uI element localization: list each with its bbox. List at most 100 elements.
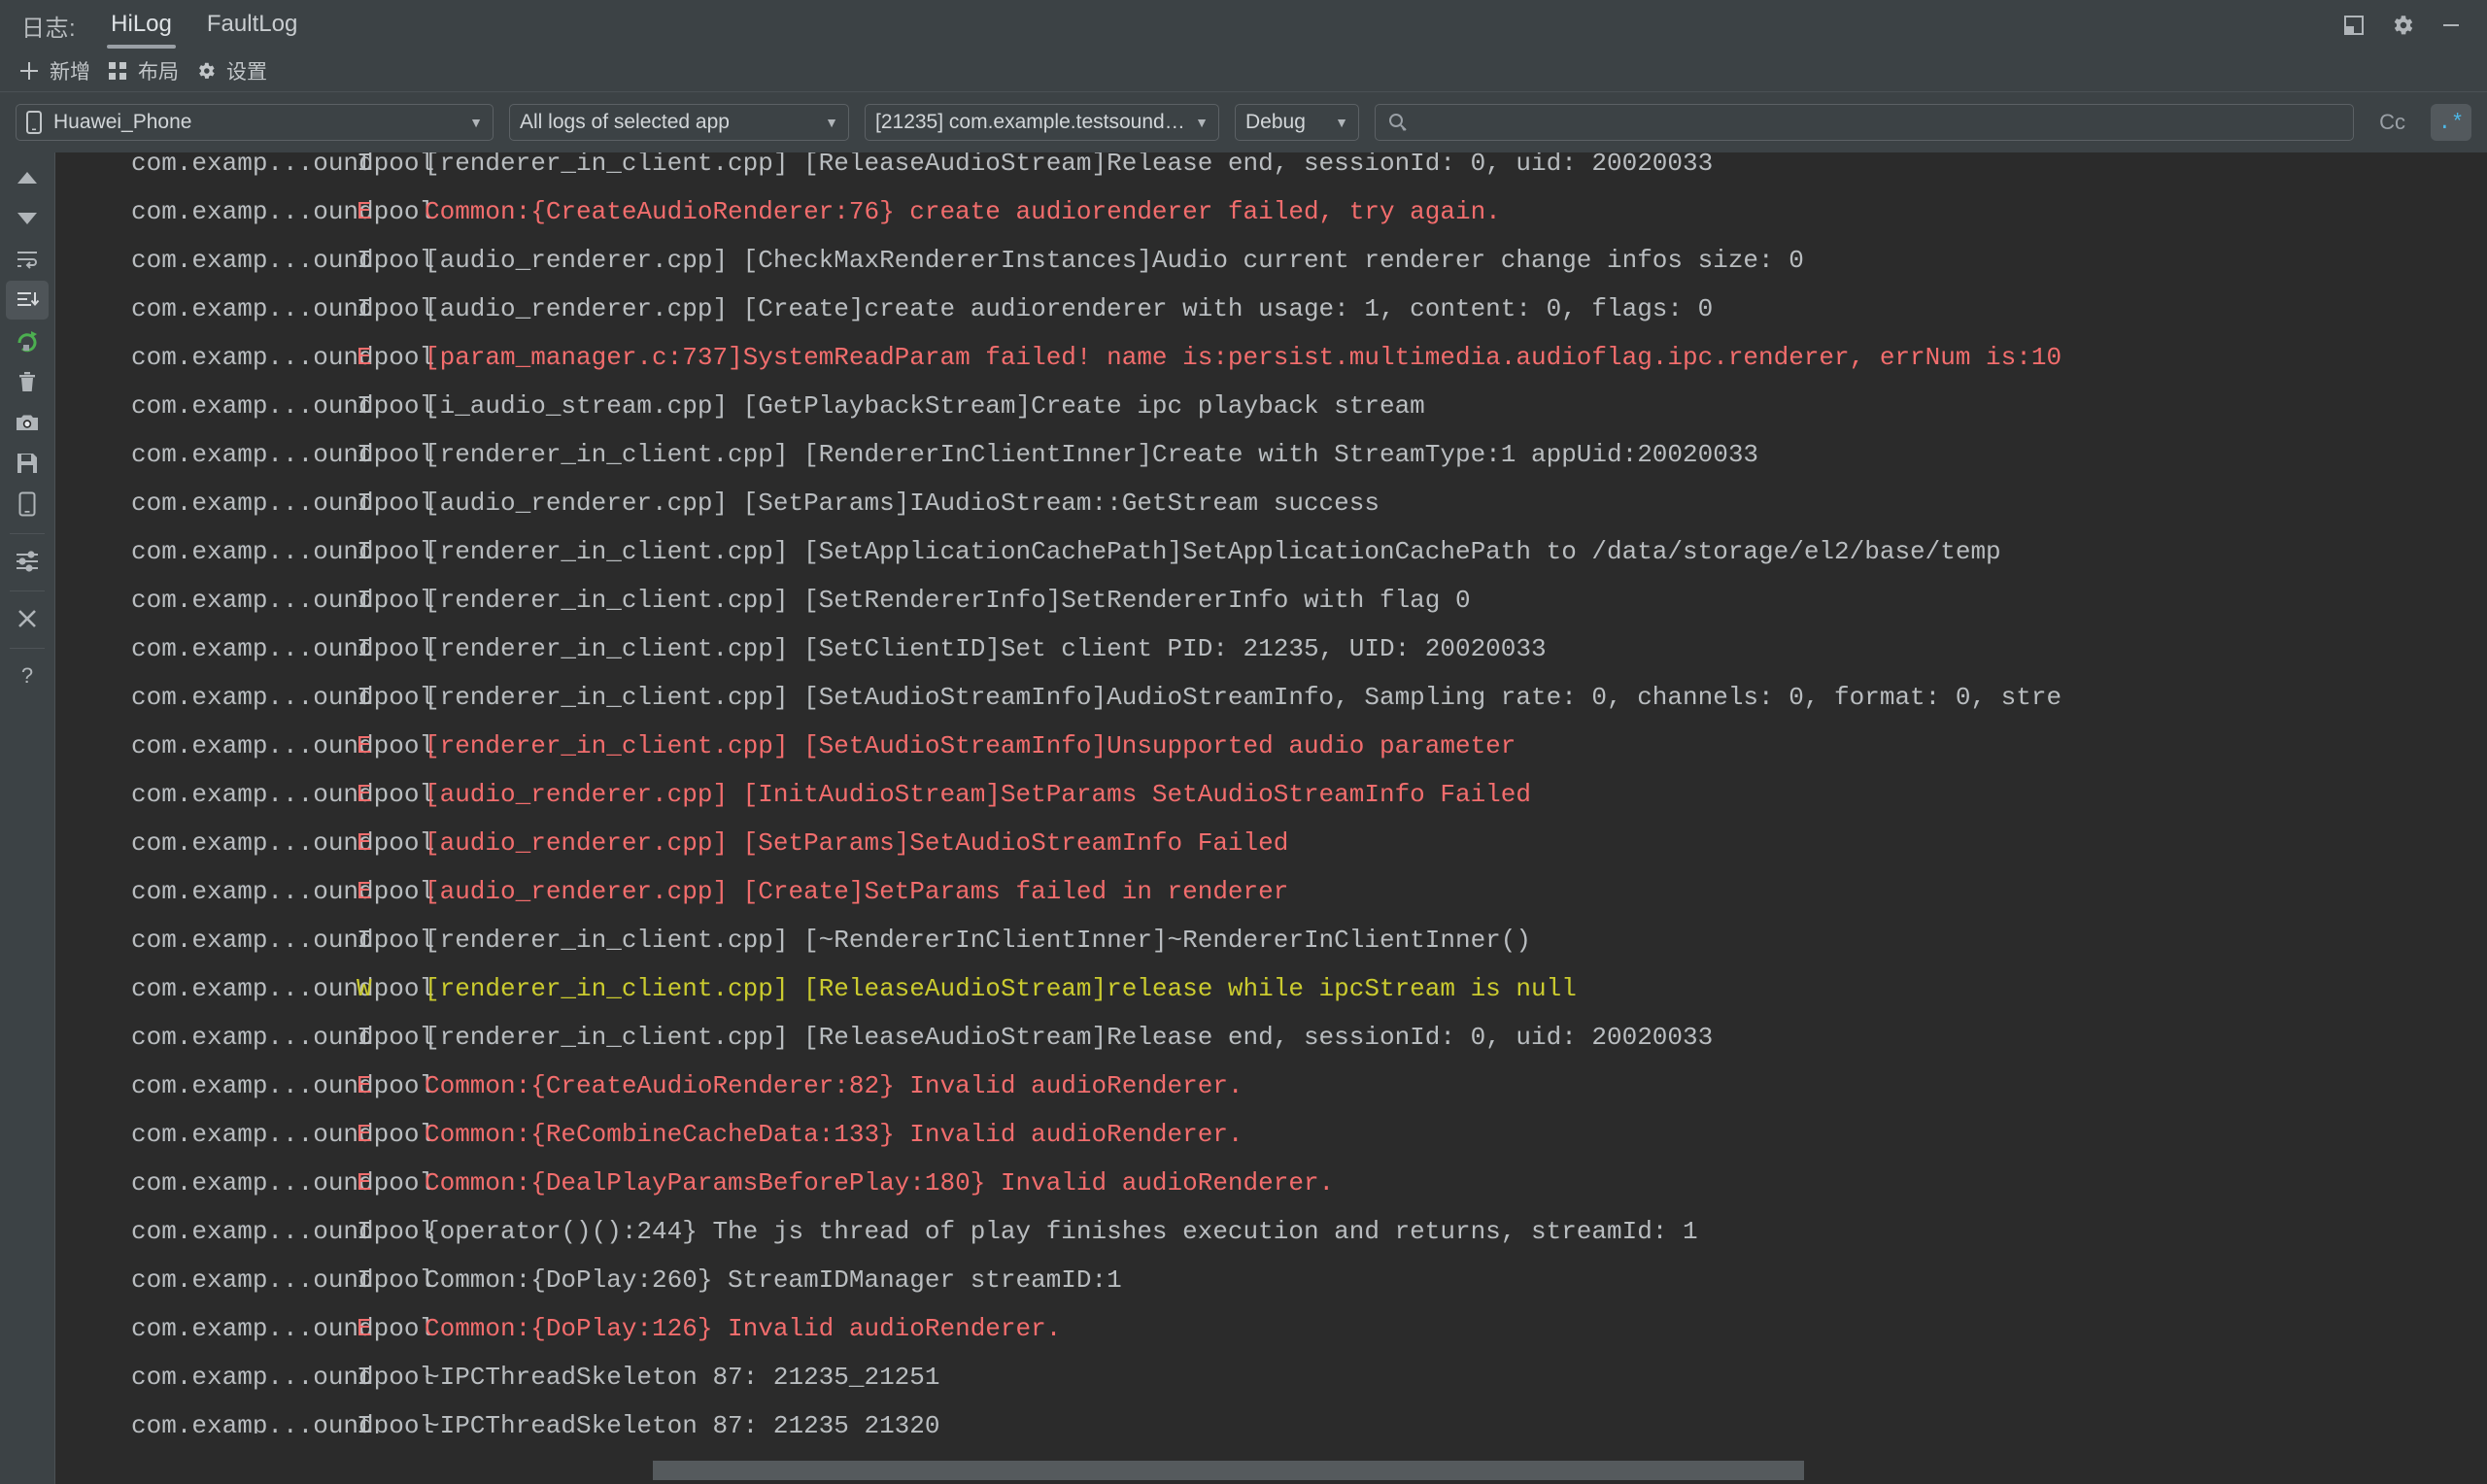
log-row[interactable]: com.examp...oundpool I ~IPCThreadSkeleton … [55, 1401, 2487, 1433]
log-row-level: I [357, 926, 372, 955]
tab-faultlog[interactable]: FaultLog [189, 1, 315, 51]
log-level-select[interactable]: Debug ▼ [1235, 104, 1359, 141]
log-row[interactable]: com.examp...oundpool I [renderer_in_client… [55, 916, 2487, 964]
search-input[interactable] [1416, 110, 2342, 135]
log-row-tag: com.examp...oundpool [131, 391, 435, 421]
wrap-text-icon[interactable] [6, 240, 49, 279]
log-row-message: Common:{DoPlay:126} Invalid audioRendere… [425, 1314, 1062, 1343]
chevron-down-icon: ▼ [825, 115, 838, 130]
log-row[interactable]: com.examp...oundpool I Common:{DoPlay:260}… [55, 1256, 2487, 1304]
log-row[interactable]: com.examp...oundpool I [renderer_in_client… [55, 576, 2487, 624]
log-row[interactable]: com.examp...oundpool I [renderer_in_client… [55, 624, 2487, 673]
log-scope-select[interactable]: All logs of selected app ▼ [509, 104, 849, 141]
log-row[interactable]: com.examp...oundpool I [renderer_in_client… [55, 673, 2487, 722]
log-row-message: [audio_renderer.cpp] [SetParams]SetAudio… [425, 828, 1289, 858]
log-row[interactable]: com.examp...oundpool I [renderer_in_client… [55, 527, 2487, 576]
scroll-down-icon[interactable] [6, 199, 49, 238]
log-row[interactable]: com.examp...oundpool I [renderer_in_client… [55, 430, 2487, 479]
log-row-message: [renderer_in_client.cpp] [ReleaseAudioSt… [425, 974, 1577, 1003]
layout-button-label: 布局 [138, 61, 179, 84]
device-select[interactable]: Huawei_Phone ▼ [16, 104, 494, 141]
log-row[interactable]: com.examp...oundpool E Common:{CreateAudio… [55, 1062, 2487, 1110]
log-row-tag: com.examp...oundpool [131, 634, 435, 663]
case-sensitive-toggle[interactable]: Cc [2373, 110, 2411, 135]
log-row-message: Common:{DoPlay:260} StreamIDManager stre… [425, 1265, 1122, 1295]
log-row-tag: com.examp...oundpool [131, 1411, 435, 1433]
scroll-to-end-icon[interactable] [6, 281, 49, 320]
log-row[interactable]: com.examp...oundpool E Common:{CreateAudio… [55, 187, 2487, 236]
gear-icon[interactable] [2380, 3, 2425, 48]
log-panel: com.examp...oundpool I [renderer_in_client… [54, 152, 2487, 1484]
log-row-level: E [357, 1071, 372, 1100]
log-row[interactable]: com.examp...oundpool I [i_audio_stream.cpp… [55, 382, 2487, 430]
log-row[interactable]: com.examp...oundpool I [audio_renderer.cpp… [55, 285, 2487, 333]
log-row[interactable]: com.examp...oundpool I [audio_renderer.cpp… [55, 236, 2487, 285]
log-row-level: I [357, 1411, 372, 1433]
device-icon[interactable] [6, 485, 49, 523]
chevron-down-icon: ▼ [1335, 115, 1348, 130]
log-row[interactable]: com.examp...oundpool I [audio_renderer.cpp… [55, 479, 2487, 527]
filter-settings-icon[interactable] [6, 542, 49, 581]
log-row-level: I [357, 1023, 372, 1052]
search-box[interactable] [1375, 104, 2355, 141]
panel-layout-icon[interactable] [2332, 3, 2376, 48]
log-row-level: W [357, 974, 372, 1003]
scroll-up-icon[interactable] [6, 158, 49, 197]
log-row-tag: com.examp...oundpool [131, 586, 435, 615]
log-row-level: E [357, 343, 372, 372]
log-row[interactable]: com.examp...oundpool E [param_manager.c:73… [55, 333, 2487, 382]
log-row-tag: com.examp...oundpool [131, 1071, 435, 1100]
log-row[interactable]: com.examp...oundpool E Common:{DoPlay:126}… [55, 1304, 2487, 1353]
help-icon[interactable]: ? [6, 657, 49, 695]
log-row-level: I [357, 586, 372, 615]
log-row[interactable]: com.examp...oundpool E [audio_renderer.cpp… [55, 867, 2487, 916]
log-row-message: [renderer_in_client.cpp] [SetAudioStream… [425, 683, 2062, 712]
log-scroll-area[interactable]: com.examp...oundpool I [renderer_in_client… [55, 152, 2487, 1433]
vertical-scrollbar[interactable] [2479, 152, 2487, 1433]
close-icon[interactable] [6, 599, 49, 638]
log-row[interactable]: com.examp...oundpool E [audio_renderer.cpp… [55, 770, 2487, 819]
log-row-tag: com.examp...oundpool [131, 1120, 435, 1149]
horizontal-scrollbar-thumb[interactable] [653, 1461, 1804, 1480]
log-label: 日志: [21, 15, 77, 42]
log-row-level: I [357, 246, 372, 275]
horizontal-scrollbar[interactable] [55, 1433, 2487, 1484]
log-row[interactable]: com.examp...oundpool I ~IPCThreadSkeleton … [55, 1353, 2487, 1401]
process-select[interactable]: [21235] com.example.testsoundpool ▼ [865, 104, 1219, 141]
tab-faultlog-label: FaultLog [206, 10, 298, 37]
log-row[interactable]: com.examp...oundpool E Common:{DealPlayPar… [55, 1159, 2487, 1207]
minimize-icon[interactable] [2429, 3, 2473, 48]
log-row-level: E [357, 1120, 372, 1149]
tab-hilog[interactable]: HiLog [93, 1, 189, 51]
log-row-level: I [357, 294, 372, 323]
log-row[interactable]: com.examp...oundpool E [renderer_in_client… [55, 722, 2487, 770]
log-row-message: Common:{CreateAudioRenderer:82} Invalid … [425, 1071, 1244, 1100]
log-row-level: E [357, 877, 372, 906]
add-button-label: 新增 [50, 61, 90, 84]
layout-button[interactable]: 布局 [102, 52, 190, 89]
regex-toggle[interactable]: .* [2431, 104, 2471, 141]
screenshot-icon[interactable] [6, 403, 49, 442]
add-button[interactable]: 新增 [14, 52, 102, 89]
delete-icon[interactable] [6, 362, 49, 401]
log-row-level: I [357, 152, 372, 178]
log-row-message: [audio_renderer.cpp] [Create]create audi… [425, 294, 1714, 323]
log-row-tag: com.examp...oundpool [131, 780, 435, 809]
rail-divider [10, 533, 45, 534]
save-icon[interactable] [6, 444, 49, 483]
hilog-window: 日志: HiLog FaultLog 新增 布局 设置 Huawei_Phone… [0, 0, 2487, 1484]
action-toolbar: 新增 布局 设置 [0, 51, 2487, 91]
log-row-tag: com.examp...oundpool [131, 343, 435, 372]
log-row-tag: com.examp...oundpool [131, 294, 435, 323]
log-row[interactable]: com.examp...oundpool E Common:{ReCombineCa… [55, 1110, 2487, 1159]
settings-button[interactable]: 设置 [190, 52, 279, 89]
log-row[interactable]: com.examp...oundpool E [audio_renderer.cpp… [55, 819, 2487, 867]
log-row[interactable]: com.examp...oundpool I [renderer_in_client… [55, 152, 2487, 187]
log-row[interactable]: com.examp...oundpool W [renderer_in_client… [55, 964, 2487, 1013]
log-row-message: [audio_renderer.cpp] [CheckMaxRendererIn… [425, 246, 1804, 275]
log-row[interactable]: com.examp...oundpool I [renderer_in_client… [55, 1013, 2487, 1062]
restart-icon[interactable] [6, 321, 49, 360]
log-row-tag: com.examp...oundpool [131, 489, 435, 518]
log-row-list: com.examp...oundpool I [renderer_in_client… [55, 152, 2487, 1433]
log-row[interactable]: com.examp...oundpool I {operator()():244} … [55, 1207, 2487, 1256]
